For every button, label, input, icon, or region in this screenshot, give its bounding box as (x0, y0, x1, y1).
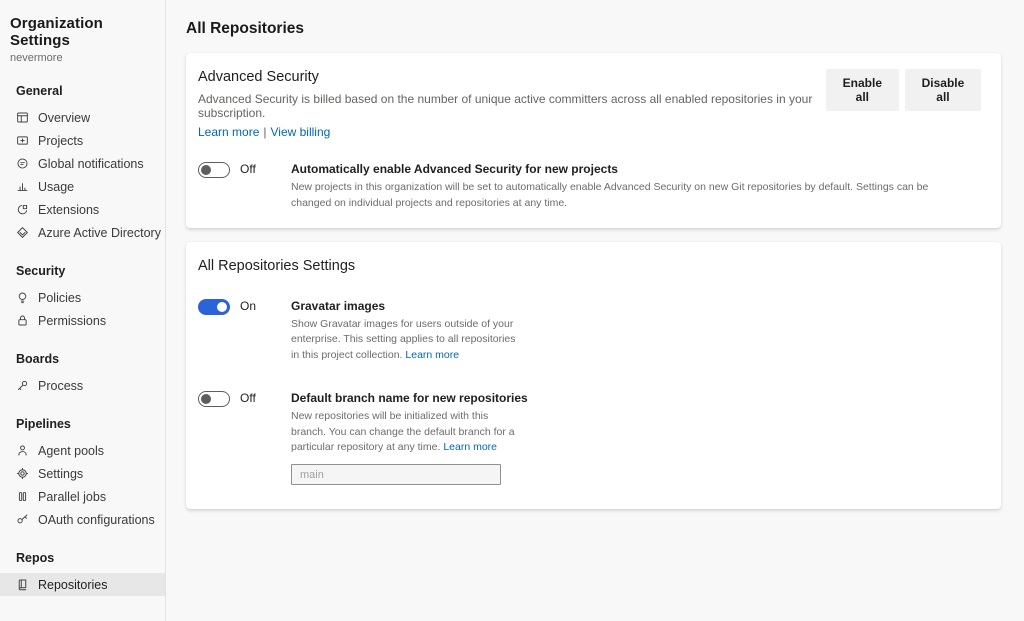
card-title: All Repositories Settings (198, 258, 981, 274)
all-repositories-settings-card: All Repositories Settings On Gravatar im… (186, 242, 1001, 510)
sidebar-item-label: Projects (38, 134, 83, 148)
sidebar-item-label: Process (38, 379, 83, 393)
section-header-boards: Boards (0, 332, 165, 374)
card-title: Advanced Security (198, 69, 826, 85)
sidebar-item-label: Settings (38, 467, 83, 481)
sidebar-item-label: Overview (38, 111, 90, 125)
sidebar-item-label: OAuth configurations (38, 513, 155, 527)
repository-icon (16, 578, 29, 591)
usage-icon (16, 180, 29, 193)
sidebar-item-agent-pools[interactable]: Agent pools (0, 439, 165, 462)
default-branch-label: Default branch name for new repositories (291, 391, 528, 405)
gravatar-images-row: On Gravatar images Show Gravatar images … (198, 298, 981, 364)
advanced-security-header-text: Advanced Security Advanced Security is b… (198, 69, 826, 139)
gear-icon (16, 467, 29, 480)
gravatar-images-description: Show Gravatar images for users outside o… (291, 317, 523, 364)
sidebar-item-label: Agent pools (38, 444, 104, 458)
sidebar-item-process[interactable]: Process (0, 374, 165, 397)
default-branch-toggle[interactable] (198, 391, 230, 407)
learn-more-link[interactable]: Learn more (443, 441, 497, 453)
disable-all-button[interactable]: Disable all (905, 69, 981, 111)
toggle-state-label: Off (240, 390, 291, 405)
advanced-security-links: Learn more | View billing (198, 125, 826, 139)
toggle-state-label: On (240, 298, 291, 313)
section-header-pipelines: Pipelines (0, 397, 165, 439)
gravatar-images-label: Gravatar images (291, 299, 523, 313)
projects-icon (16, 134, 29, 147)
sidebar-item-overview[interactable]: Overview (0, 106, 165, 129)
sidebar-item-projects[interactable]: Projects (0, 129, 165, 152)
toggle-state-label: Off (240, 161, 291, 176)
sidebar-item-repositories[interactable]: Repositories (0, 573, 165, 596)
section-header-general: General (0, 64, 165, 106)
sidebar-item-permissions[interactable]: Permissions (0, 309, 165, 332)
azure-active-directory-icon (16, 226, 29, 239)
enable-all-button[interactable]: Enable all (826, 69, 899, 111)
sidebar-title: Organization Settings (0, 15, 165, 49)
policies-icon (16, 291, 29, 304)
global-notifications-icon (16, 157, 29, 170)
extensions-icon (16, 203, 29, 216)
sidebar-item-usage[interactable]: Usage (0, 175, 165, 198)
settings-sidebar: Organization Settings nevermore General … (0, 0, 166, 621)
default-branch-row: Off Default branch name for new reposito… (198, 390, 981, 485)
link-separator: | (263, 125, 266, 139)
process-icon (16, 379, 29, 392)
gravatar-images-toggle[interactable] (198, 299, 230, 315)
sidebar-item-global-notifications[interactable]: Global notifications (0, 152, 165, 175)
main-content: All Repositories Advanced Security Advan… (166, 0, 1024, 621)
sidebar-item-parallel-jobs[interactable]: Parallel jobs (0, 485, 165, 508)
app-window: Organization Settings nevermore General … (0, 0, 1024, 621)
section-header-security: Security (0, 244, 165, 286)
advanced-security-card: Advanced Security Advanced Security is b… (186, 53, 1001, 228)
header-buttons: Enable all Disable all (826, 69, 981, 111)
auto-enable-label: Automatically enable Advanced Security f… (291, 162, 963, 176)
overview-icon (16, 111, 29, 124)
sidebar-item-label: Global notifications (38, 157, 144, 171)
sidebar-item-label: Azure Active Directory (38, 226, 161, 240)
learn-more-link[interactable]: Learn more (198, 125, 259, 139)
sidebar-item-label: Parallel jobs (38, 490, 106, 504)
sidebar-item-settings[interactable]: Settings (0, 462, 165, 485)
sidebar-item-extensions[interactable]: Extensions (0, 198, 165, 221)
learn-more-link[interactable]: Learn more (405, 349, 459, 361)
auto-enable-description: New projects in this organization will b… (291, 180, 963, 212)
sidebar-item-label: Policies (38, 291, 81, 305)
view-billing-link[interactable]: View billing (271, 125, 331, 139)
default-branch-name-input[interactable] (291, 464, 501, 485)
auto-enable-advanced-security-row: Off Automatically enable Advanced Securi… (198, 161, 981, 212)
key-icon (16, 513, 29, 526)
organization-name: nevermore (0, 49, 165, 64)
parallel-jobs-icon (16, 490, 29, 503)
sidebar-item-policies[interactable]: Policies (0, 286, 165, 309)
page-title: All Repositories (186, 20, 1001, 38)
section-header-repos: Repos (0, 531, 165, 573)
sidebar-item-label: Permissions (38, 314, 106, 328)
permissions-icon (16, 314, 29, 327)
auto-enable-advanced-security-toggle[interactable] (198, 162, 230, 178)
sidebar-item-label: Repositories (38, 578, 107, 592)
sidebar-item-azure-active-directory[interactable]: Azure Active Directory (0, 221, 165, 244)
gravatar-description-text: Show Gravatar images for users outside o… (291, 318, 516, 362)
sidebar-item-label: Usage (38, 180, 74, 194)
default-branch-description: New repositories will be initialized wit… (291, 409, 523, 456)
sidebar-item-oauth-configurations[interactable]: OAuth configurations (0, 508, 165, 531)
agent-pools-icon (16, 444, 29, 457)
sidebar-item-label: Extensions (38, 203, 99, 217)
advanced-security-description: Advanced Security is billed based on the… (198, 92, 826, 120)
